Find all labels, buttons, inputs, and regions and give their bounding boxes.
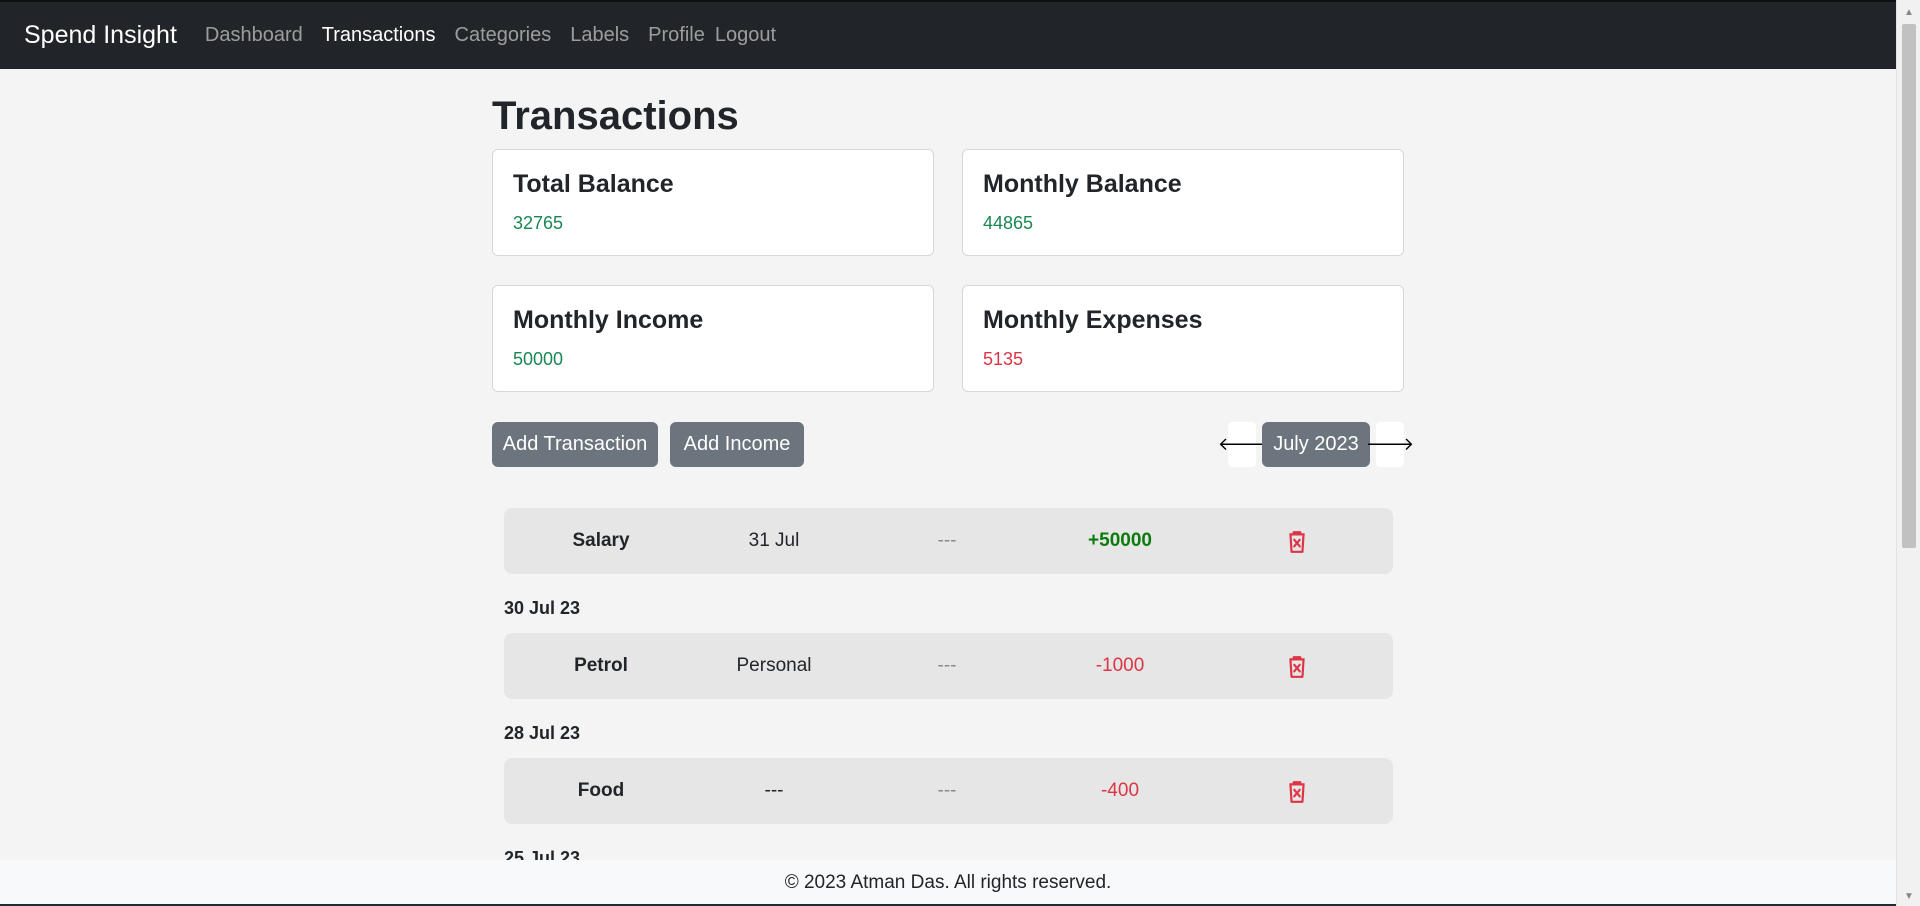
date-heading: 28 Jul 23 xyxy=(504,723,581,743)
nav-link-categories[interactable]: Categories xyxy=(455,24,552,47)
table-row: Petrol Personal --- -1000 xyxy=(504,633,1393,699)
nav-link-profile[interactable]: Profile xyxy=(648,24,705,47)
table-row: Food --- --- -400 xyxy=(504,758,1393,824)
arrow-left-icon: 🡐 xyxy=(1217,434,1267,454)
transaction-category: --- xyxy=(764,780,784,801)
transaction-amount: -1000 xyxy=(1095,655,1145,676)
prev-month-button[interactable]: 🡐 xyxy=(1218,422,1266,467)
arrow-right-icon: 🡒 xyxy=(1365,434,1415,454)
card-value: 5135 xyxy=(983,349,1024,369)
add-income-button[interactable]: Add Income xyxy=(670,422,804,467)
transaction-name: Petrol xyxy=(574,655,628,676)
date-heading: 30 Jul 23 xyxy=(504,598,581,618)
brand-link[interactable]: Spend Insight xyxy=(24,21,177,50)
trash-icon[interactable] xyxy=(1286,780,1308,804)
monthly-expenses-card: Monthly Expenses 5135 xyxy=(962,285,1404,392)
nav-link-dashboard[interactable]: Dashboard xyxy=(205,24,303,47)
card-title: Total Balance xyxy=(513,170,674,198)
table-row: Salary 31 Jul --- +50000 xyxy=(504,508,1393,574)
transaction-name: Salary xyxy=(572,530,630,551)
footer: © 2023 Atman Das. All rights reserved. xyxy=(0,860,1896,906)
transaction-name: Food xyxy=(577,780,625,801)
transaction-label: --- xyxy=(937,530,957,551)
card-value: 50000 xyxy=(513,349,564,369)
transaction-category: Personal xyxy=(736,655,812,676)
next-month-button[interactable]: 🡒 xyxy=(1366,422,1414,467)
card-value: 32765 xyxy=(513,213,564,233)
transaction-label: --- xyxy=(937,780,957,801)
scroll-up-icon[interactable]: ▲ xyxy=(1897,2,1920,22)
transaction-category: 31 Jul xyxy=(748,530,800,551)
transaction-label: --- xyxy=(937,655,957,676)
month-selector-button[interactable]: July 2023 xyxy=(1262,422,1370,467)
action-bar: Add Transaction Add Income 🡐 July 2023 🡒 xyxy=(492,422,1414,467)
card-title: Monthly Balance xyxy=(983,170,1182,198)
trash-icon[interactable] xyxy=(1286,530,1308,554)
page-title: Transactions xyxy=(492,94,739,138)
navbar: Spend Insight Dashboard Transactions Cat… xyxy=(0,0,1896,69)
footer-text: © 2023 Atman Das. All rights reserved. xyxy=(784,872,1112,893)
card-title: Monthly Expenses xyxy=(983,306,1203,334)
transaction-amount: +50000 xyxy=(1088,530,1152,551)
nav-link-labels[interactable]: Labels xyxy=(570,24,629,47)
main-content: Transactions Total Balance 32765 Monthly… xyxy=(492,69,1414,868)
transaction-amount: -400 xyxy=(1100,780,1140,801)
nav-link-logout[interactable]: Logout xyxy=(715,24,776,47)
scroll-thumb[interactable] xyxy=(1902,24,1916,548)
total-balance-card: Total Balance 32765 xyxy=(492,149,934,256)
add-transaction-button[interactable]: Add Transaction xyxy=(492,422,658,467)
monthly-balance-card: Monthly Balance 44865 xyxy=(962,149,1404,256)
scroll-down-icon[interactable]: ▼ xyxy=(1897,886,1920,906)
page-scrollbar[interactable]: ▲ ▼ xyxy=(1896,0,1920,906)
monthly-income-card: Monthly Income 50000 xyxy=(492,285,934,392)
trash-icon[interactable] xyxy=(1286,655,1308,679)
nav-link-transactions[interactable]: Transactions xyxy=(322,24,436,47)
card-title: Monthly Income xyxy=(513,306,704,334)
card-value: 44865 xyxy=(983,213,1034,233)
